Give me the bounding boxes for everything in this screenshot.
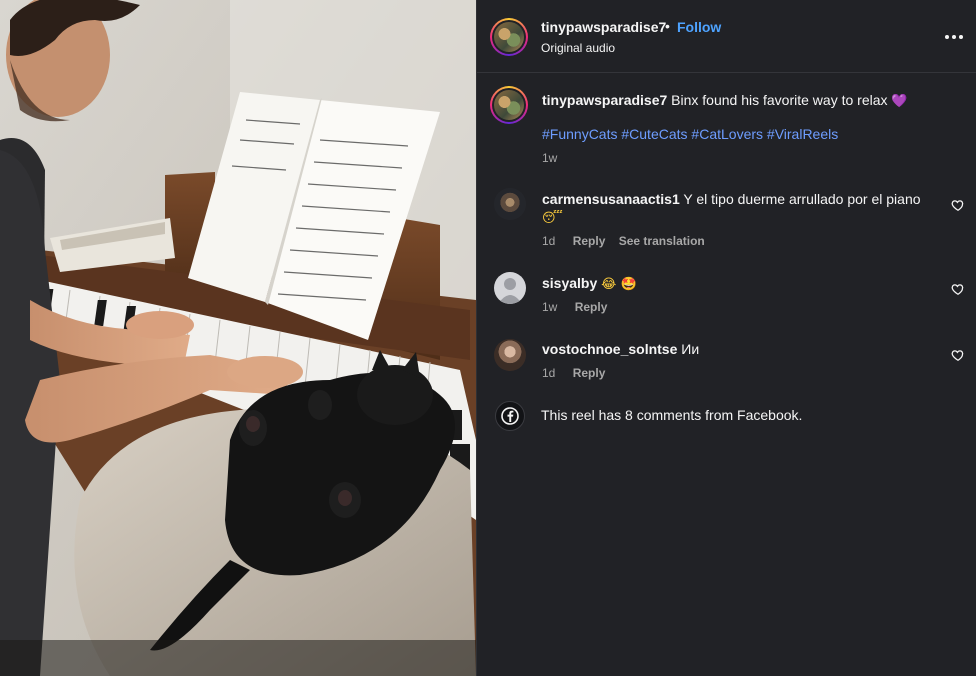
comment-username[interactable]: sisyalby (542, 275, 597, 291)
default-user-icon (498, 278, 522, 304)
hashtag-cutecats[interactable]: #CuteCats (621, 126, 687, 142)
facebook-icon (495, 401, 525, 431)
hashtags: #FunnyCats #CuteCats #CatLovers #ViralRe… (542, 126, 838, 142)
post-header: tinypawsparadise7 • Follow Original audi… (477, 0, 976, 73)
hashtag-funnycats[interactable]: #FunnyCats (542, 126, 617, 142)
laughing-starstruck-emoji: 😂 🤩 (601, 277, 637, 292)
header-username[interactable]: tinypawsparadise7 (541, 19, 666, 35)
facebook-comments-note: This reel has 8 comments from Facebook. (541, 407, 803, 423)
like-heart-icon[interactable] (951, 348, 965, 362)
comment-time: 1d (542, 234, 556, 248)
follow-button[interactable]: Follow (677, 19, 721, 35)
comments-panel: tinypawsparadise7 • Follow Original audi… (476, 0, 976, 676)
reel-video[interactable] (0, 0, 476, 676)
see-translation-button[interactable]: See translation (619, 234, 705, 248)
like-heart-icon[interactable] (951, 282, 965, 296)
more-options-icon[interactable] (945, 30, 965, 44)
caption-avatar[interactable] (490, 86, 528, 124)
reel-video-frame (0, 0, 476, 676)
like-heart-icon[interactable] (951, 198, 965, 212)
reply-button[interactable]: Reply (573, 366, 606, 380)
comment-text: Ии (681, 341, 700, 357)
comment-time: 1w (542, 300, 558, 314)
comment-text: Y el tipo duerme arrullado por el piano (683, 191, 921, 207)
hashtag-viralreels[interactable]: #ViralReels (767, 126, 838, 142)
comment-time: 1d (542, 366, 556, 380)
sleeping-face-emoji: 😴 (542, 211, 563, 226)
comment-username[interactable]: carmensusanaactis1 (542, 191, 680, 207)
comment-avatar[interactable] (494, 339, 526, 371)
audio-label[interactable]: Original audio (541, 41, 615, 55)
caption-time: 1w (542, 151, 558, 165)
reply-button[interactable]: Reply (575, 300, 608, 314)
caption-text: Binx found his favorite way to relax (671, 92, 888, 108)
hashtag-catlovers[interactable]: #CatLovers (691, 126, 763, 142)
caption-username[interactable]: tinypawsparadise7 (542, 92, 667, 108)
comment-avatar[interactable] (494, 272, 526, 304)
header-avatar[interactable] (490, 18, 528, 56)
comment-avatar[interactable] (494, 188, 526, 220)
purple-heart-emoji: 💜 (891, 94, 908, 109)
comment-username[interactable]: vostochnoe_solntse (542, 341, 677, 357)
reply-button[interactable]: Reply (573, 234, 606, 248)
separator-dot: • (665, 18, 670, 34)
